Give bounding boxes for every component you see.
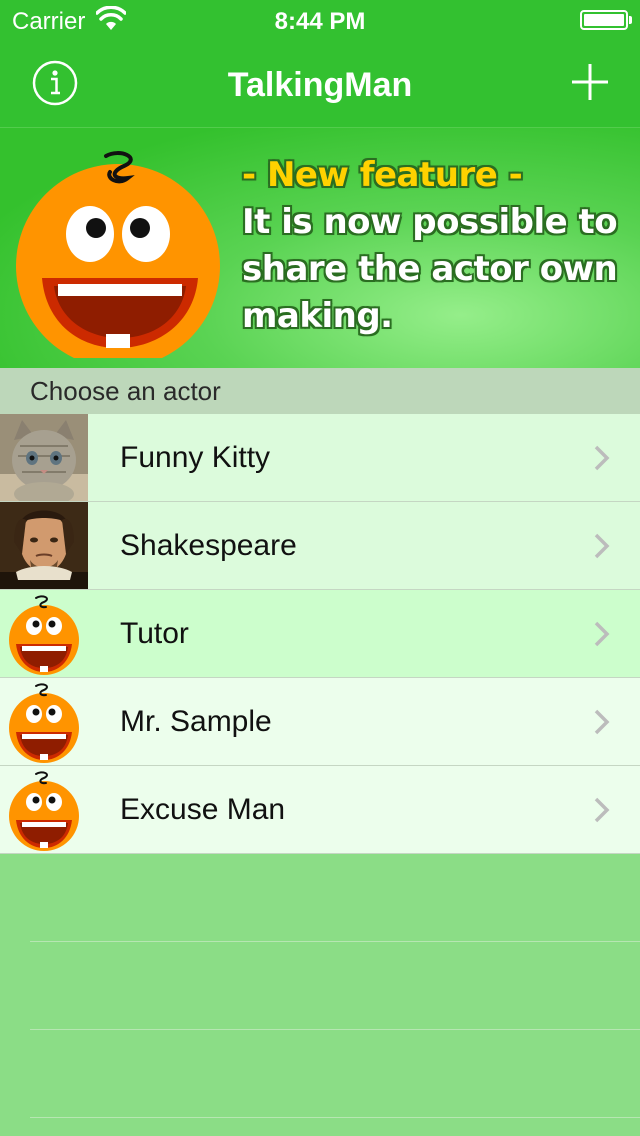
battery-icon bbox=[580, 10, 632, 30]
chevron-right-icon bbox=[594, 621, 610, 646]
actor-row-excuse-man[interactable]: Excuse Man bbox=[0, 766, 640, 854]
chevron-right-icon bbox=[594, 797, 610, 822]
actor-row-mr-sample[interactable]: Mr. Sample bbox=[0, 678, 640, 766]
navigation-bar: TalkingMan bbox=[0, 40, 640, 128]
chevron-right-icon bbox=[594, 533, 610, 558]
empty-row-separator bbox=[30, 1029, 640, 1030]
actor-name: Funny Kitty bbox=[120, 440, 271, 474]
orange-face-icon bbox=[16, 151, 220, 358]
actor-name: Excuse Man bbox=[120, 792, 286, 826]
banner-line-2: share the actor own bbox=[242, 249, 618, 289]
chevron-right-icon bbox=[594, 445, 610, 470]
orange-face-icon bbox=[9, 595, 79, 675]
section-header: Choose an actor bbox=[0, 368, 640, 414]
actor-list: Funny Kitty Shakespeare Tutor Mr. Sample… bbox=[0, 414, 640, 854]
actor-row-funny-kitty[interactable]: Funny Kitty bbox=[0, 414, 640, 502]
status-bar: Carrier 8:44 PM bbox=[0, 0, 640, 40]
actor-name: Mr. Sample bbox=[120, 704, 272, 738]
chevron-right-icon bbox=[594, 709, 610, 734]
feature-banner[interactable]: - New feature - It is now possible to sh… bbox=[0, 128, 640, 368]
orange-face-icon bbox=[9, 683, 79, 763]
actor-name: Shakespeare bbox=[120, 528, 297, 562]
banner-headline: - New feature - bbox=[242, 155, 523, 195]
banner-message: - New feature - It is now possible to sh… bbox=[242, 152, 632, 340]
banner-line-3: making. bbox=[242, 296, 393, 336]
kitten-photo bbox=[0, 414, 88, 501]
actor-row-tutor[interactable]: Tutor bbox=[0, 590, 640, 678]
empty-row-separator bbox=[30, 1117, 640, 1118]
orange-face-icon bbox=[9, 771, 79, 851]
shakespeare-portrait bbox=[0, 502, 88, 589]
banner-line-1: It is now possible to bbox=[242, 202, 618, 242]
plus-icon[interactable] bbox=[570, 62, 610, 102]
clock: 8:44 PM bbox=[274, 8, 366, 35]
empty-row-separator bbox=[30, 941, 640, 942]
actor-row-shakespeare[interactable]: Shakespeare bbox=[0, 502, 640, 590]
page-title: TalkingMan bbox=[227, 66, 413, 104]
actor-name: Tutor bbox=[120, 616, 189, 650]
